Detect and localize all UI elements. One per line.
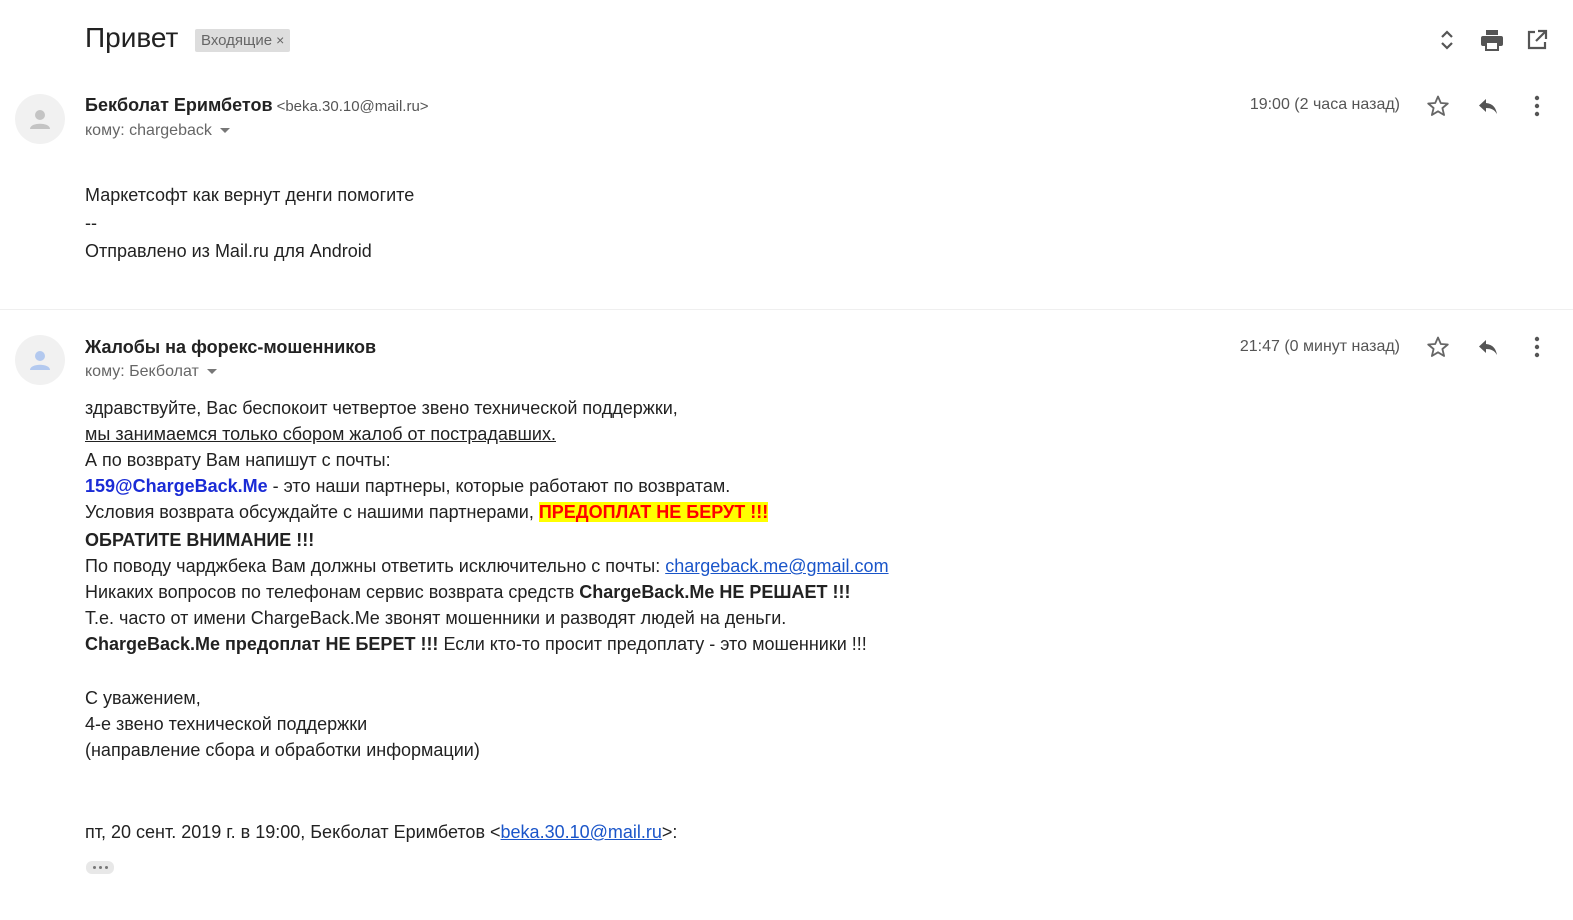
chevron-down-icon xyxy=(206,369,217,375)
body-line: А по возврату Вам напишут с почты: xyxy=(85,450,391,470)
dot-icon xyxy=(104,866,108,869)
label-chip-text: Входящие xyxy=(201,32,273,49)
message-time: 21:47 (0 минут назад) xyxy=(1239,338,1400,355)
body-line: 159@ChargeBack.Me - это наши партнеры, к… xyxy=(85,476,730,497)
reply-icon[interactable] xyxy=(1474,333,1502,361)
signature-line: (направление сбора и обработки информаци… xyxy=(85,740,480,760)
subject-title: Привет xyxy=(85,22,179,53)
signature-line: 4-е звено технической поддержки xyxy=(85,714,368,734)
chevron-down-icon xyxy=(219,128,230,134)
star-icon[interactable] xyxy=(1424,92,1452,120)
highlighted-warning: ПРЕДОПЛАТ НЕ БЕРУТ !!! xyxy=(538,502,769,522)
sender-line: Жалобы на форекс-мошенников xyxy=(85,337,376,358)
body-line: По поводу чарджбека Вам должны ответить … xyxy=(85,556,889,577)
more-options-icon[interactable] xyxy=(1523,92,1551,120)
star-icon[interactable] xyxy=(1424,333,1452,361)
body-text: По поводу чарджбека Вам должны ответить … xyxy=(85,556,666,576)
body-text: Условия возврата обсуждайте с нашими пар… xyxy=(85,502,539,522)
chargeback-email-link[interactable]: chargeback.me@gmail.com xyxy=(665,556,888,576)
label-chip-inbox[interactable]: Входящие × xyxy=(195,29,291,52)
recipients-dropdown[interactable]: кому: chargeback xyxy=(85,122,230,140)
dot-icon xyxy=(92,866,96,869)
body-line-underlined: мы занимаемся только сбором жалоб от пос… xyxy=(85,424,556,444)
avatar[interactable] xyxy=(15,94,65,144)
sender-name[interactable]: Жалобы на форекс-мошенников xyxy=(85,337,376,357)
reply-icon[interactable] xyxy=(1474,92,1502,120)
recipients-text: кому: Бекболат xyxy=(85,363,199,380)
message-time: 19:00 (2 часа назад) xyxy=(1249,96,1400,113)
body-line: -- xyxy=(85,213,97,233)
body-line: Т.е. часто от имени ChargeBack.Me звонят… xyxy=(85,608,787,628)
expand-collapse-icon[interactable] xyxy=(1434,27,1460,53)
quoted-email-link[interactable]: beka.30.10@mail.ru xyxy=(501,822,662,842)
dot-icon xyxy=(98,866,102,869)
body-text: пт, 20 сент. 2019 г. в 19:00, Бекболат Е… xyxy=(85,822,501,842)
signature-line: Отправлено из Mail.ru для Android xyxy=(85,241,372,261)
open-new-window-icon[interactable] xyxy=(1524,27,1550,53)
show-trimmed-content-button[interactable] xyxy=(86,861,114,874)
print-icon[interactable] xyxy=(1479,27,1505,53)
message-divider xyxy=(0,309,1573,310)
body-text: - это наши партнеры, которые работают по… xyxy=(267,476,731,496)
bold-text: ChargeBack.Me предоплат НЕ БЕРЕТ !!! xyxy=(85,634,439,654)
body-text: Никаких вопросов по телефонам сервис воз… xyxy=(85,582,580,602)
sender-name[interactable]: Бекболат Еримбетов xyxy=(85,95,273,115)
more-options-icon[interactable] xyxy=(1523,333,1551,361)
bold-text: ChargeBack.Me НЕ РЕШАЕТ !!! xyxy=(579,582,851,602)
body-line: Маркетсофт как вернут денги помогите xyxy=(85,185,415,205)
body-line: здравствуйте, Вас беспокоит четвертое зв… xyxy=(85,398,678,418)
remove-label-icon[interactable]: × xyxy=(276,32,284,48)
body-text: >: xyxy=(661,822,678,842)
sender-line: Бекболат Еримбетов <beka.30.10@mail.ru> xyxy=(85,95,429,116)
quoted-header: пт, 20 сент. 2019 г. в 19:00, Бекболат Е… xyxy=(85,822,677,843)
body-line: Условия возврата обсуждайте с нашими пар… xyxy=(85,502,769,523)
avatar[interactable] xyxy=(15,335,65,385)
recipients-text: кому: chargeback xyxy=(85,122,212,139)
body-line: ChargeBack.Me предоплат НЕ БЕРЕТ !!! Есл… xyxy=(85,634,867,655)
partner-email[interactable]: 159@ChargeBack.Me xyxy=(85,476,268,496)
recipients-dropdown[interactable]: кому: Бекболат xyxy=(85,363,217,381)
body-line: Никаких вопросов по телефонам сервис воз… xyxy=(85,582,850,603)
body-text: Если кто-то просит предоплату - это моше… xyxy=(438,634,867,654)
signature-line: С уважением, xyxy=(85,688,201,708)
sender-email: <beka.30.10@mail.ru> xyxy=(276,98,429,115)
attention-heading: ОБРАТИТЕ ВНИМАНИЕ !!! xyxy=(85,530,315,550)
